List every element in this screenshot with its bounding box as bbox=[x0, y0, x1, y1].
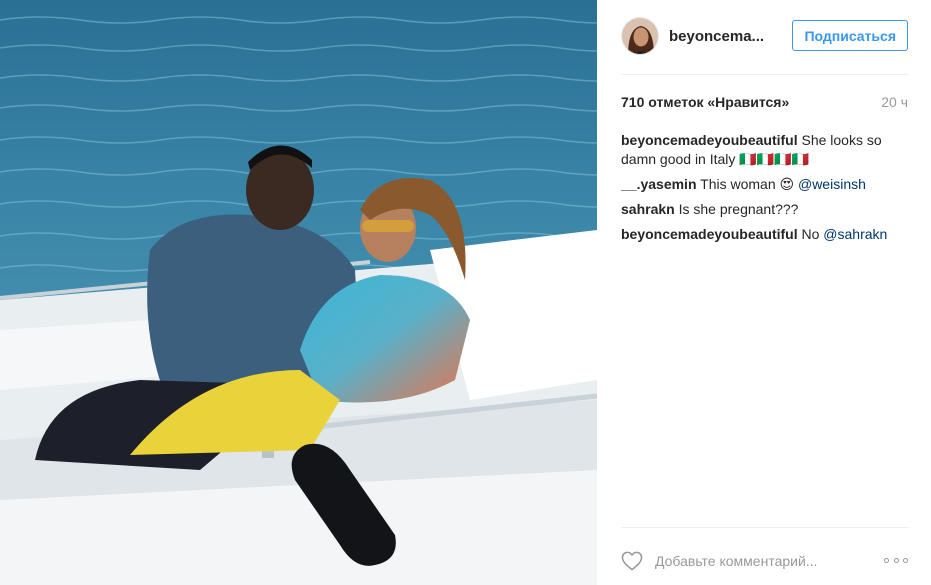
comment-list: beyoncemadeyoubeautiful She looks so dam… bbox=[621, 131, 908, 250]
comment-item: beyoncemadeyoubeautiful She looks so dam… bbox=[621, 131, 908, 169]
dot-icon bbox=[893, 557, 899, 563]
comment-username[interactable]: sahrakn bbox=[621, 201, 675, 217]
dot-icon bbox=[903, 557, 908, 563]
follow-button[interactable]: Подписаться bbox=[792, 20, 908, 51]
heart-icon[interactable] bbox=[621, 551, 643, 571]
post-stats: 710 отметок «Нравится» 20 ч bbox=[621, 94, 908, 110]
more-options-icon[interactable] bbox=[884, 554, 908, 566]
footer-divider bbox=[621, 527, 908, 528]
comment-username[interactable]: beyoncemadeyoubeautiful bbox=[621, 226, 798, 242]
comment-text: Is she pregnant??? bbox=[678, 201, 799, 217]
comment-item: beyoncemadeyoubeautiful No @sahrakn bbox=[621, 225, 908, 244]
profile-picture-icon bbox=[622, 18, 658, 54]
likes-count[interactable]: 710 отметок «Нравится» bbox=[621, 94, 789, 110]
post-footer bbox=[621, 548, 908, 574]
add-comment-input[interactable] bbox=[655, 553, 865, 569]
post-author-username[interactable]: beyoncema... bbox=[669, 28, 764, 45]
post-photo[interactable] bbox=[0, 0, 597, 585]
photo-image-icon bbox=[0, 0, 597, 585]
comment-mention-link[interactable]: @weisinsh bbox=[798, 176, 866, 192]
comment-text: This woman 😍 bbox=[700, 176, 795, 192]
dot-icon bbox=[884, 557, 889, 563]
comment-username[interactable]: beyoncemadeyoubeautiful bbox=[621, 132, 798, 148]
comment-text: No bbox=[801, 226, 820, 242]
header-divider bbox=[621, 74, 908, 75]
comment-item: sahrakn Is she pregnant??? bbox=[621, 200, 908, 219]
comment-item: __.yasemin This woman 😍 @weisinsh bbox=[621, 175, 908, 194]
instagram-post-view: beyoncema... Подписаться 710 отметок «Нр… bbox=[0, 0, 931, 585]
avatar[interactable] bbox=[621, 17, 659, 55]
comment-username[interactable]: __.yasemin bbox=[621, 176, 697, 192]
post-side-panel: beyoncema... Подписаться 710 отметок «Нр… bbox=[597, 0, 931, 585]
post-timestamp[interactable]: 20 ч bbox=[881, 94, 908, 110]
post-header: beyoncema... Подписаться bbox=[621, 14, 908, 58]
comment-mention-link[interactable]: @sahrakn bbox=[823, 226, 887, 242]
